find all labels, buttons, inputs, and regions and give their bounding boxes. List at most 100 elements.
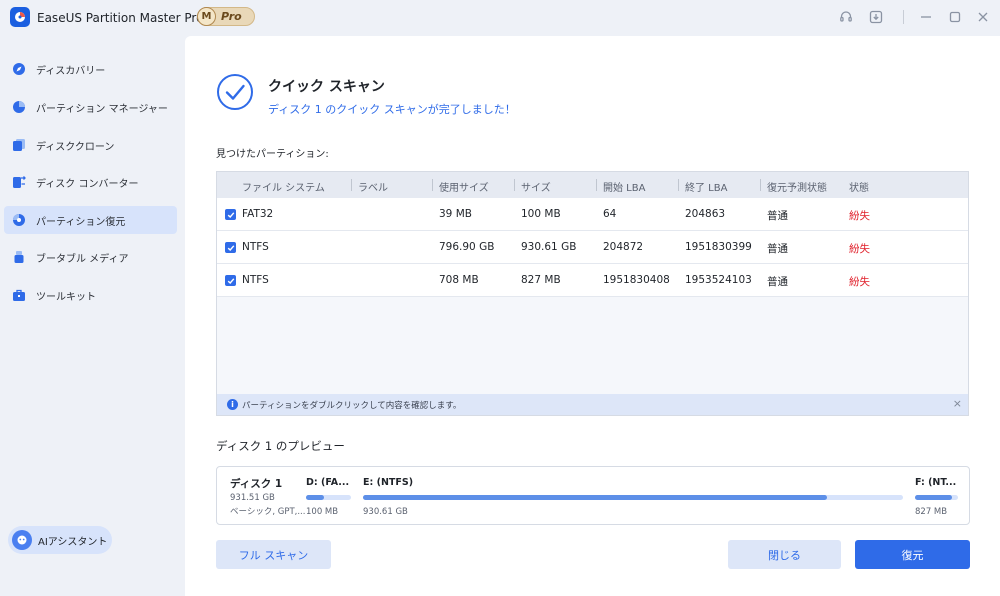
cell-used-size: 796.90 GB [439, 241, 495, 253]
sidebar-item-label: ツールキット [36, 291, 96, 303]
column-header-end-lba[interactable]: 終了 LBA [685, 179, 727, 194]
sidebar-item-label: ディスカバリー [36, 65, 106, 77]
partition-e-size: 930.61 GB [363, 507, 408, 517]
sidebar-item-partition-manager[interactable]: パーティション マネージャー [4, 93, 177, 121]
cell-filesystem: FAT32 [242, 208, 274, 220]
pro-badge-letter: M [197, 7, 216, 26]
sidebar-item-label: ブータブル メディア [36, 253, 129, 265]
column-divider [678, 179, 679, 191]
cell-end-lba: 1951830399 [685, 241, 752, 253]
partition-f-bar[interactable] [915, 495, 958, 500]
column-divider [514, 179, 515, 191]
partition-e-label[interactable]: E: (NTFS) [363, 477, 413, 488]
cell-end-lba: 204863 [685, 208, 726, 220]
sidebar-item-toolkit[interactable]: ツールキット [4, 281, 177, 309]
info-bar: i パーティションをダブルクリックして内容を確認します。 × [216, 394, 969, 416]
row-checkbox[interactable] [225, 209, 236, 220]
cell-filesystem: NTFS [242, 274, 269, 286]
info-text: パーティションをダブルクリックして内容を確認します。 [242, 401, 462, 411]
converter-icon [13, 176, 26, 188]
disk-size: 931.51 GB [230, 493, 275, 503]
sidebar-item-disk-converter[interactable]: ディスク コンバーター [4, 168, 177, 196]
discover-icon [13, 63, 25, 75]
cell-size: 930.61 GB [521, 241, 577, 253]
column-header-label[interactable]: ラベル [358, 179, 388, 194]
partition-table: ファイル システム ラベル 使用サイズ サイズ 開始 LBA 終了 LBA 復元… [216, 171, 969, 416]
row-checkbox[interactable] [225, 275, 236, 286]
column-divider [596, 179, 597, 191]
main-panel: クイック スキャン ディスク 1 のクイック スキャンが完了しました！ 見つけた… [185, 36, 1000, 596]
ai-assistant-label: AIアシスタント [38, 536, 108, 548]
table-header: ファイル システム ラベル 使用サイズ サイズ 開始 LBA 終了 LBA 復元… [217, 172, 968, 198]
download-icon[interactable] [868, 9, 884, 25]
maximize-icon[interactable] [947, 9, 963, 25]
sidebar-item-label: パーティション復元 [36, 216, 126, 228]
column-header-size[interactable]: サイズ [521, 179, 551, 194]
sidebar-item-partition-recovery[interactable]: パーティション復元 [4, 206, 177, 234]
disk-name: ディスク 1 [230, 478, 283, 490]
titlebar-separator [903, 10, 904, 24]
cell-used-size: 708 MB [439, 274, 479, 286]
partition-f-label[interactable]: F: (NT... [915, 477, 956, 488]
disk-type: ベーシック, GPT,... [230, 507, 306, 517]
assistant-icon [12, 530, 32, 550]
restore-button[interactable]: 復元 [855, 540, 970, 569]
partition-d-bar[interactable] [306, 495, 351, 500]
clone-icon [13, 139, 25, 151]
partition-d-fill [306, 495, 324, 500]
app-logo-icon [10, 7, 30, 27]
cell-prediction: 普通 [767, 210, 788, 222]
minimize-icon[interactable] [918, 9, 934, 25]
cell-start-lba: 64 [603, 208, 617, 220]
table-row[interactable]: NTFS 708 MB 827 MB 1951830408 1953524103… [217, 264, 968, 297]
title-bar: EaseUS Partition Master Pro版 M Pro [0, 0, 1000, 34]
cell-prediction: 普通 [767, 276, 788, 288]
sidebar-item-discovery[interactable]: ディスカバリー [4, 55, 177, 83]
column-divider [760, 179, 761, 191]
cell-start-lba: 204872 [603, 241, 644, 253]
page-title: クイック スキャン [268, 79, 385, 95]
partition-e-bar[interactable] [363, 495, 903, 500]
disk-preview: ディスク 1 931.51 GB ベーシック, GPT,... D: (FA..… [216, 466, 970, 525]
table-row[interactable]: NTFS 796.90 GB 930.61 GB 204872 19518303… [217, 231, 968, 264]
partition-f-fill [915, 495, 952, 500]
column-header-filesystem[interactable]: ファイル システム [242, 179, 325, 194]
close-icon[interactable] [975, 9, 991, 25]
toolkit-icon [13, 289, 25, 301]
cell-size: 100 MB [521, 208, 561, 220]
pro-badge-text: Pro [221, 10, 242, 23]
partition-d-size: 100 MB [306, 507, 339, 517]
cell-used-size: 39 MB [439, 208, 472, 220]
pro-badge: M Pro [197, 7, 255, 26]
cell-status: 紛失 [849, 243, 870, 255]
cell-size: 827 MB [521, 274, 561, 286]
scan-complete-message: ディスク 1 のクイック スキャンが完了しました！ [268, 103, 516, 116]
row-checkbox[interactable] [225, 242, 236, 253]
close-button[interactable]: 閉じる [728, 540, 841, 569]
found-partitions-label: 見つけたパーティション: [216, 149, 329, 160]
preview-title: ディスク 1 のプレビュー [216, 439, 345, 453]
column-header-start-lba[interactable]: 開始 LBA [603, 179, 645, 194]
sidebar-item-disk-clone[interactable]: ディスククローン [4, 131, 177, 159]
info-close-icon[interactable]: × [953, 397, 962, 410]
partition-d-label[interactable]: D: (FA... [306, 477, 349, 488]
ai-assistant-button[interactable]: AIアシスタント [8, 526, 112, 554]
sidebar-item-label: ディスク コンバーター [36, 178, 139, 190]
full-scan-button[interactable]: フル スキャン [216, 540, 331, 569]
column-header-prediction[interactable]: 復元予測状態 [767, 179, 827, 194]
table-row[interactable]: FAT32 39 MB 100 MB 64 204863 普通 紛失 [217, 198, 968, 231]
column-divider [432, 179, 433, 191]
cell-status: 紛失 [849, 276, 870, 288]
cell-end-lba: 1953524103 [685, 274, 752, 286]
cell-status: 紛失 [849, 210, 870, 222]
cell-start-lba: 1951830408 [603, 274, 670, 286]
column-header-status[interactable]: 状態 [849, 179, 869, 194]
column-divider [351, 179, 352, 191]
headset-icon[interactable] [838, 9, 854, 25]
cell-filesystem: NTFS [242, 241, 269, 253]
app-title: EaseUS Partition Master Pro版 [37, 11, 216, 25]
column-header-used-size[interactable]: 使用サイズ [439, 179, 489, 194]
usb-icon [14, 251, 24, 263]
sidebar-item-label: ディスククローン [36, 141, 115, 153]
sidebar-item-bootable-media[interactable]: ブータブル メディア [4, 243, 177, 271]
